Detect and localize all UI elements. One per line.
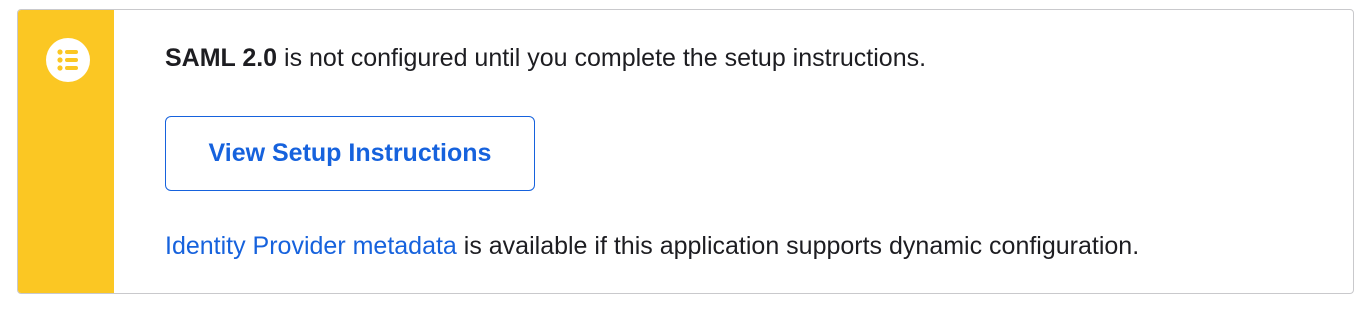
notice-content: SAML 2.0 is not configured until you com… <box>165 10 1333 293</box>
notice-message: SAML 2.0 is not configured until you com… <box>165 41 926 75</box>
view-setup-instructions-button[interactable]: View Setup Instructions <box>165 116 535 191</box>
metadata-info: Identity Provider metadata is available … <box>165 229 1139 263</box>
metadata-info-text: is available if this application support… <box>456 232 1140 260</box>
identity-provider-metadata-link[interactable]: Identity Provider metadata <box>165 232 457 260</box>
protocol-name: SAML 2.0 <box>165 44 278 72</box>
list-icon <box>46 38 90 82</box>
saml-setup-notice: SAML 2.0 is not configured until you com… <box>17 9 1354 294</box>
notice-accent-stripe <box>18 10 114 293</box>
notice-message-text: is not configured until you complete the… <box>277 44 927 72</box>
